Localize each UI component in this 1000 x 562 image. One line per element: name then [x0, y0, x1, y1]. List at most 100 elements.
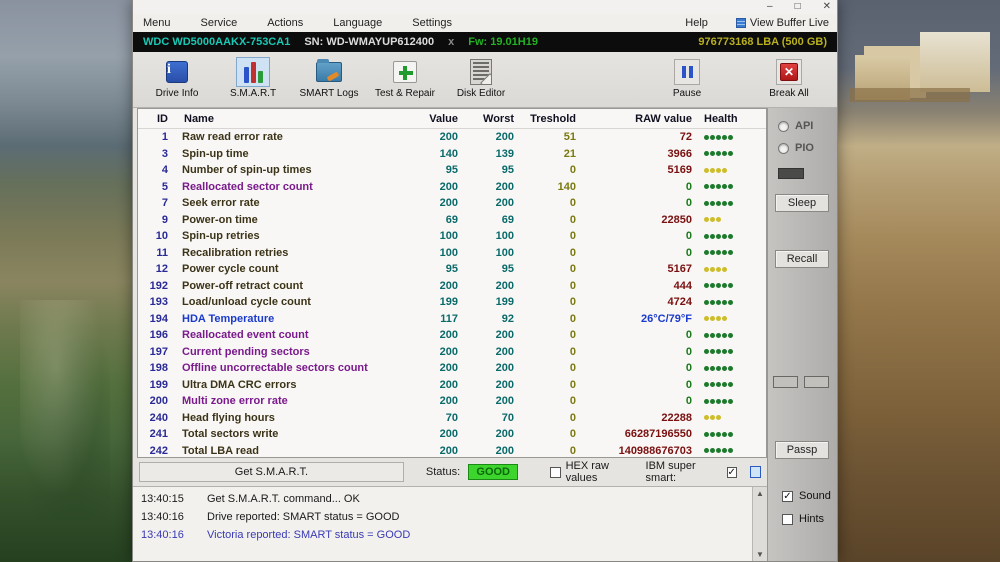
hex-raw-values-checkbox[interactable]: HEX raw values	[550, 460, 637, 484]
table-row[interactable]: 7 Seek error rate 200 200 0 0	[138, 195, 766, 212]
cell-id: 199	[149, 378, 168, 391]
cell-raw-value: 26°C/79°F	[641, 312, 692, 325]
scroll-up-icon[interactable]: ▲	[756, 489, 764, 498]
table-header-row: ID Name Value Worst Treshold RAW value H…	[138, 109, 766, 129]
right-panel: API PIO Sleep Recall Passp ✓ Sound Hints	[767, 108, 837, 561]
break-all-button[interactable]: ✕ Break All	[751, 55, 827, 99]
toolbar: i Drive Info S.M.A.R.T SMART Logs Test &…	[133, 52, 837, 108]
disk-editor-button[interactable]: Disk Editor	[443, 55, 519, 99]
health-dot	[704, 200, 709, 206]
table-row[interactable]: 196 Reallocated event count 200 200 0 0	[138, 327, 766, 344]
table-row[interactable]: 10 Spin-up retries 100 100 0 0	[138, 228, 766, 245]
table-row[interactable]: 1 Raw read error rate 200 200 51 72	[138, 129, 766, 146]
table-row[interactable]: 198 Offline uncorrectable sectors count 20…	[138, 360, 766, 377]
health-dot	[722, 283, 727, 289]
ibm-super-smart-checkbox[interactable]: IBM super smart: ✓	[646, 460, 761, 484]
cell-health	[692, 365, 766, 371]
small-button-1[interactable]	[773, 376, 798, 388]
table-row[interactable]: 194 HDA Temperature 117 92 0 26°C/79°F	[138, 311, 766, 328]
cell-id: 3	[161, 147, 168, 160]
health-dot	[728, 382, 733, 388]
cell-id: 196	[149, 329, 168, 342]
table-row[interactable]: 4 Number of spin-up times 95 95 0 5169	[138, 162, 766, 179]
table-row[interactable]: 200 Multi zone error rate 200 200 0 0	[138, 393, 766, 410]
passp-button[interactable]: Passp	[775, 441, 829, 459]
cell-threshold: 0	[569, 444, 576, 457]
health-dot	[704, 332, 709, 338]
health-dot	[722, 448, 727, 454]
checkbox-icon	[782, 513, 793, 525]
pause-button[interactable]: Pause	[649, 55, 725, 99]
maximize-button[interactable]: □	[795, 2, 801, 12]
menu-service[interactable]: Service	[199, 17, 240, 29]
small-button-2[interactable]	[804, 376, 829, 388]
table-row[interactable]: 9 Power-on time 69 69 0 22850	[138, 212, 766, 229]
cell-raw-value: 72	[679, 131, 692, 144]
close-button[interactable]: ✕	[823, 2, 831, 12]
recall-button[interactable]: Recall	[775, 250, 829, 268]
cell-threshold: 0	[569, 213, 576, 226]
health-dot	[716, 233, 721, 239]
cell-threshold: 0	[569, 329, 576, 342]
hints-checkbox[interactable]: Hints	[782, 513, 824, 525]
health-dot	[728, 151, 733, 157]
ibm-option-box[interactable]	[749, 466, 761, 478]
table-row[interactable]: 242 Total LBA read 200 200 0 140988676703	[138, 443, 766, 458]
smart-button[interactable]: S.M.A.R.T	[215, 55, 291, 99]
table-row[interactable]: 241 Total sectors write 200 200 0 66287196550	[138, 426, 766, 443]
view-buffer-live-button[interactable]: View Buffer Live	[735, 17, 829, 29]
cell-raw-value: 0	[685, 345, 692, 358]
menu-menu[interactable]: Menu	[141, 17, 173, 29]
health-dot	[716, 398, 721, 404]
cell-threshold: 51	[563, 131, 576, 144]
table-row[interactable]: 240 Head flying hours 70 70 0 22288	[138, 410, 766, 427]
menu-settings[interactable]: Settings	[410, 17, 454, 29]
menu-language[interactable]: Language	[331, 17, 384, 29]
health-dot	[704, 349, 709, 355]
cell-health	[692, 134, 766, 140]
health-dot	[710, 134, 715, 140]
pio-radio[interactable]: PIO	[778, 142, 814, 154]
cell-health	[692, 167, 766, 173]
test-repair-button[interactable]: Test & Repair	[367, 55, 443, 99]
table-row[interactable]: 199 Ultra DMA CRC errors 200 200 0 0	[138, 377, 766, 394]
table-row[interactable]: 11 Recalibration retries 100 100 0 0	[138, 245, 766, 262]
log-scrollbar[interactable]: ▲ ▼	[752, 487, 767, 561]
drive-info-button[interactable]: i Drive Info	[139, 55, 215, 99]
sound-checkbox[interactable]: ✓ Sound	[782, 490, 831, 502]
api-radio[interactable]: API	[778, 120, 813, 132]
sleep-button[interactable]: Sleep	[775, 194, 829, 212]
health-dot	[704, 415, 709, 421]
cell-raw-value: 5167	[667, 263, 692, 276]
table-row[interactable]: 197 Current pending sectors 200 200 0 0	[138, 344, 766, 361]
cell-value: 199	[439, 296, 458, 309]
cell-value: 200	[439, 362, 458, 375]
cell-health	[692, 283, 766, 289]
cell-worst: 100	[495, 230, 514, 243]
table-row[interactable]: 192 Power-off retract count 200 200 0 444	[138, 278, 766, 295]
cell-value: 100	[439, 246, 458, 259]
cell-value: 117	[440, 312, 458, 325]
scroll-down-icon[interactable]: ▼	[756, 550, 764, 559]
pio-radio-label: PIO	[795, 142, 814, 154]
header-value: Value	[429, 112, 458, 125]
health-dot	[728, 431, 733, 437]
table-row[interactable]: 12 Power cycle count 95 95 0 5167	[138, 261, 766, 278]
cell-health	[692, 233, 766, 239]
menu-actions[interactable]: Actions	[265, 17, 305, 29]
health-dot	[722, 398, 727, 404]
minimize-button[interactable]: –	[767, 2, 773, 12]
table-row[interactable]: 3 Spin-up time 140 139 21 3966	[138, 146, 766, 163]
cell-worst: 200	[495, 362, 514, 375]
smart-logs-button[interactable]: SMART Logs	[291, 55, 367, 99]
menu-help[interactable]: Help	[683, 17, 710, 29]
table-row[interactable]: 5 Reallocated sector count 200 200 140 0	[138, 179, 766, 196]
health-dot	[722, 167, 727, 173]
health-dot	[728, 200, 733, 206]
pause-icon	[674, 59, 700, 85]
toolbar-label: Test & Repair	[374, 88, 436, 99]
table-row[interactable]: 193 Load/unload cycle count 199 199 0 4724	[138, 294, 766, 311]
get-smart-button[interactable]: Get S.M.A.R.T.	[139, 462, 404, 482]
toolbar-label: S.M.A.R.T	[229, 88, 277, 99]
cell-threshold: 21	[563, 147, 576, 160]
